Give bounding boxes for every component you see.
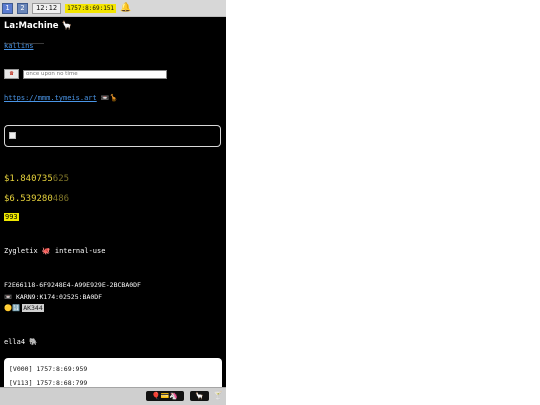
price-2-dim: 486 bbox=[52, 194, 70, 204]
log-line: [V113] 1757:8:68:799 bbox=[9, 379, 88, 387]
workspace-2-button[interactable]: 2 bbox=[17, 2, 28, 14]
link-emoji: 📼🦒 bbox=[100, 94, 119, 102]
uuid-text: F2E66118-6F9248E4-A99E929E-2BCBA0DF bbox=[4, 281, 141, 289]
phone-button[interactable]: ☎ bbox=[4, 69, 19, 79]
price-1: $1.840735625 bbox=[4, 174, 69, 184]
org-label: Zygletix 🐙 internal-use bbox=[4, 247, 106, 255]
price-2: $6.539280486 bbox=[4, 194, 69, 204]
code-prefix-icons: 🟡🔢 bbox=[4, 304, 21, 312]
phone-row: ☎ bbox=[4, 69, 167, 79]
karn-text: 📼 KARN9:K174:02525:BA0DF bbox=[4, 293, 103, 301]
taskbar: 🎈💳🦄 🦙 🍸 bbox=[0, 387, 226, 405]
url-row: https://mmm.tymeis.art 📼🦒 bbox=[4, 94, 118, 102]
tray-llama-button[interactable]: 🦙 bbox=[190, 391, 209, 401]
empty-area bbox=[226, 0, 540, 405]
log-line: [V000] 1757:8:69:959 bbox=[9, 365, 88, 373]
cocktail-icon[interactable]: 🍸 bbox=[213, 391, 223, 401]
phone-input[interactable] bbox=[23, 69, 167, 79]
top-bar: 1 2 12:12 1757:8:69:151 🔔 bbox=[0, 0, 226, 17]
time-stamp: 1757:8:69:151 bbox=[65, 3, 117, 13]
image-card bbox=[4, 125, 221, 147]
user-handle: ella4 🐘 bbox=[4, 338, 39, 346]
code-row: 🟡🔢 AK344 bbox=[4, 304, 44, 312]
workspace-1-button[interactable]: 1 bbox=[2, 2, 13, 14]
price-2-main: $6.539280 bbox=[4, 194, 53, 204]
price-1-main: $1.840735 bbox=[4, 174, 53, 184]
code-chip: AK344 bbox=[22, 304, 44, 312]
page-title: La:Machine 🦙 bbox=[4, 21, 73, 31]
count-badge: 993 bbox=[4, 213, 19, 221]
clock: 12:12 bbox=[32, 2, 62, 14]
website-link[interactable]: https://mmm.tymeis.art bbox=[4, 94, 97, 102]
price-1-dim: 625 bbox=[52, 174, 70, 184]
tray-app-group[interactable]: 🎈💳🦄 bbox=[146, 391, 184, 401]
broken-image-icon bbox=[9, 132, 16, 139]
bell-icon[interactable]: 🔔 bbox=[120, 3, 131, 13]
app-screen: 1 2 12:12 1757:8:69:151 🔔 La:Machine 🦙 k… bbox=[0, 0, 226, 405]
username-link[interactable]: kallins bbox=[4, 42, 34, 50]
